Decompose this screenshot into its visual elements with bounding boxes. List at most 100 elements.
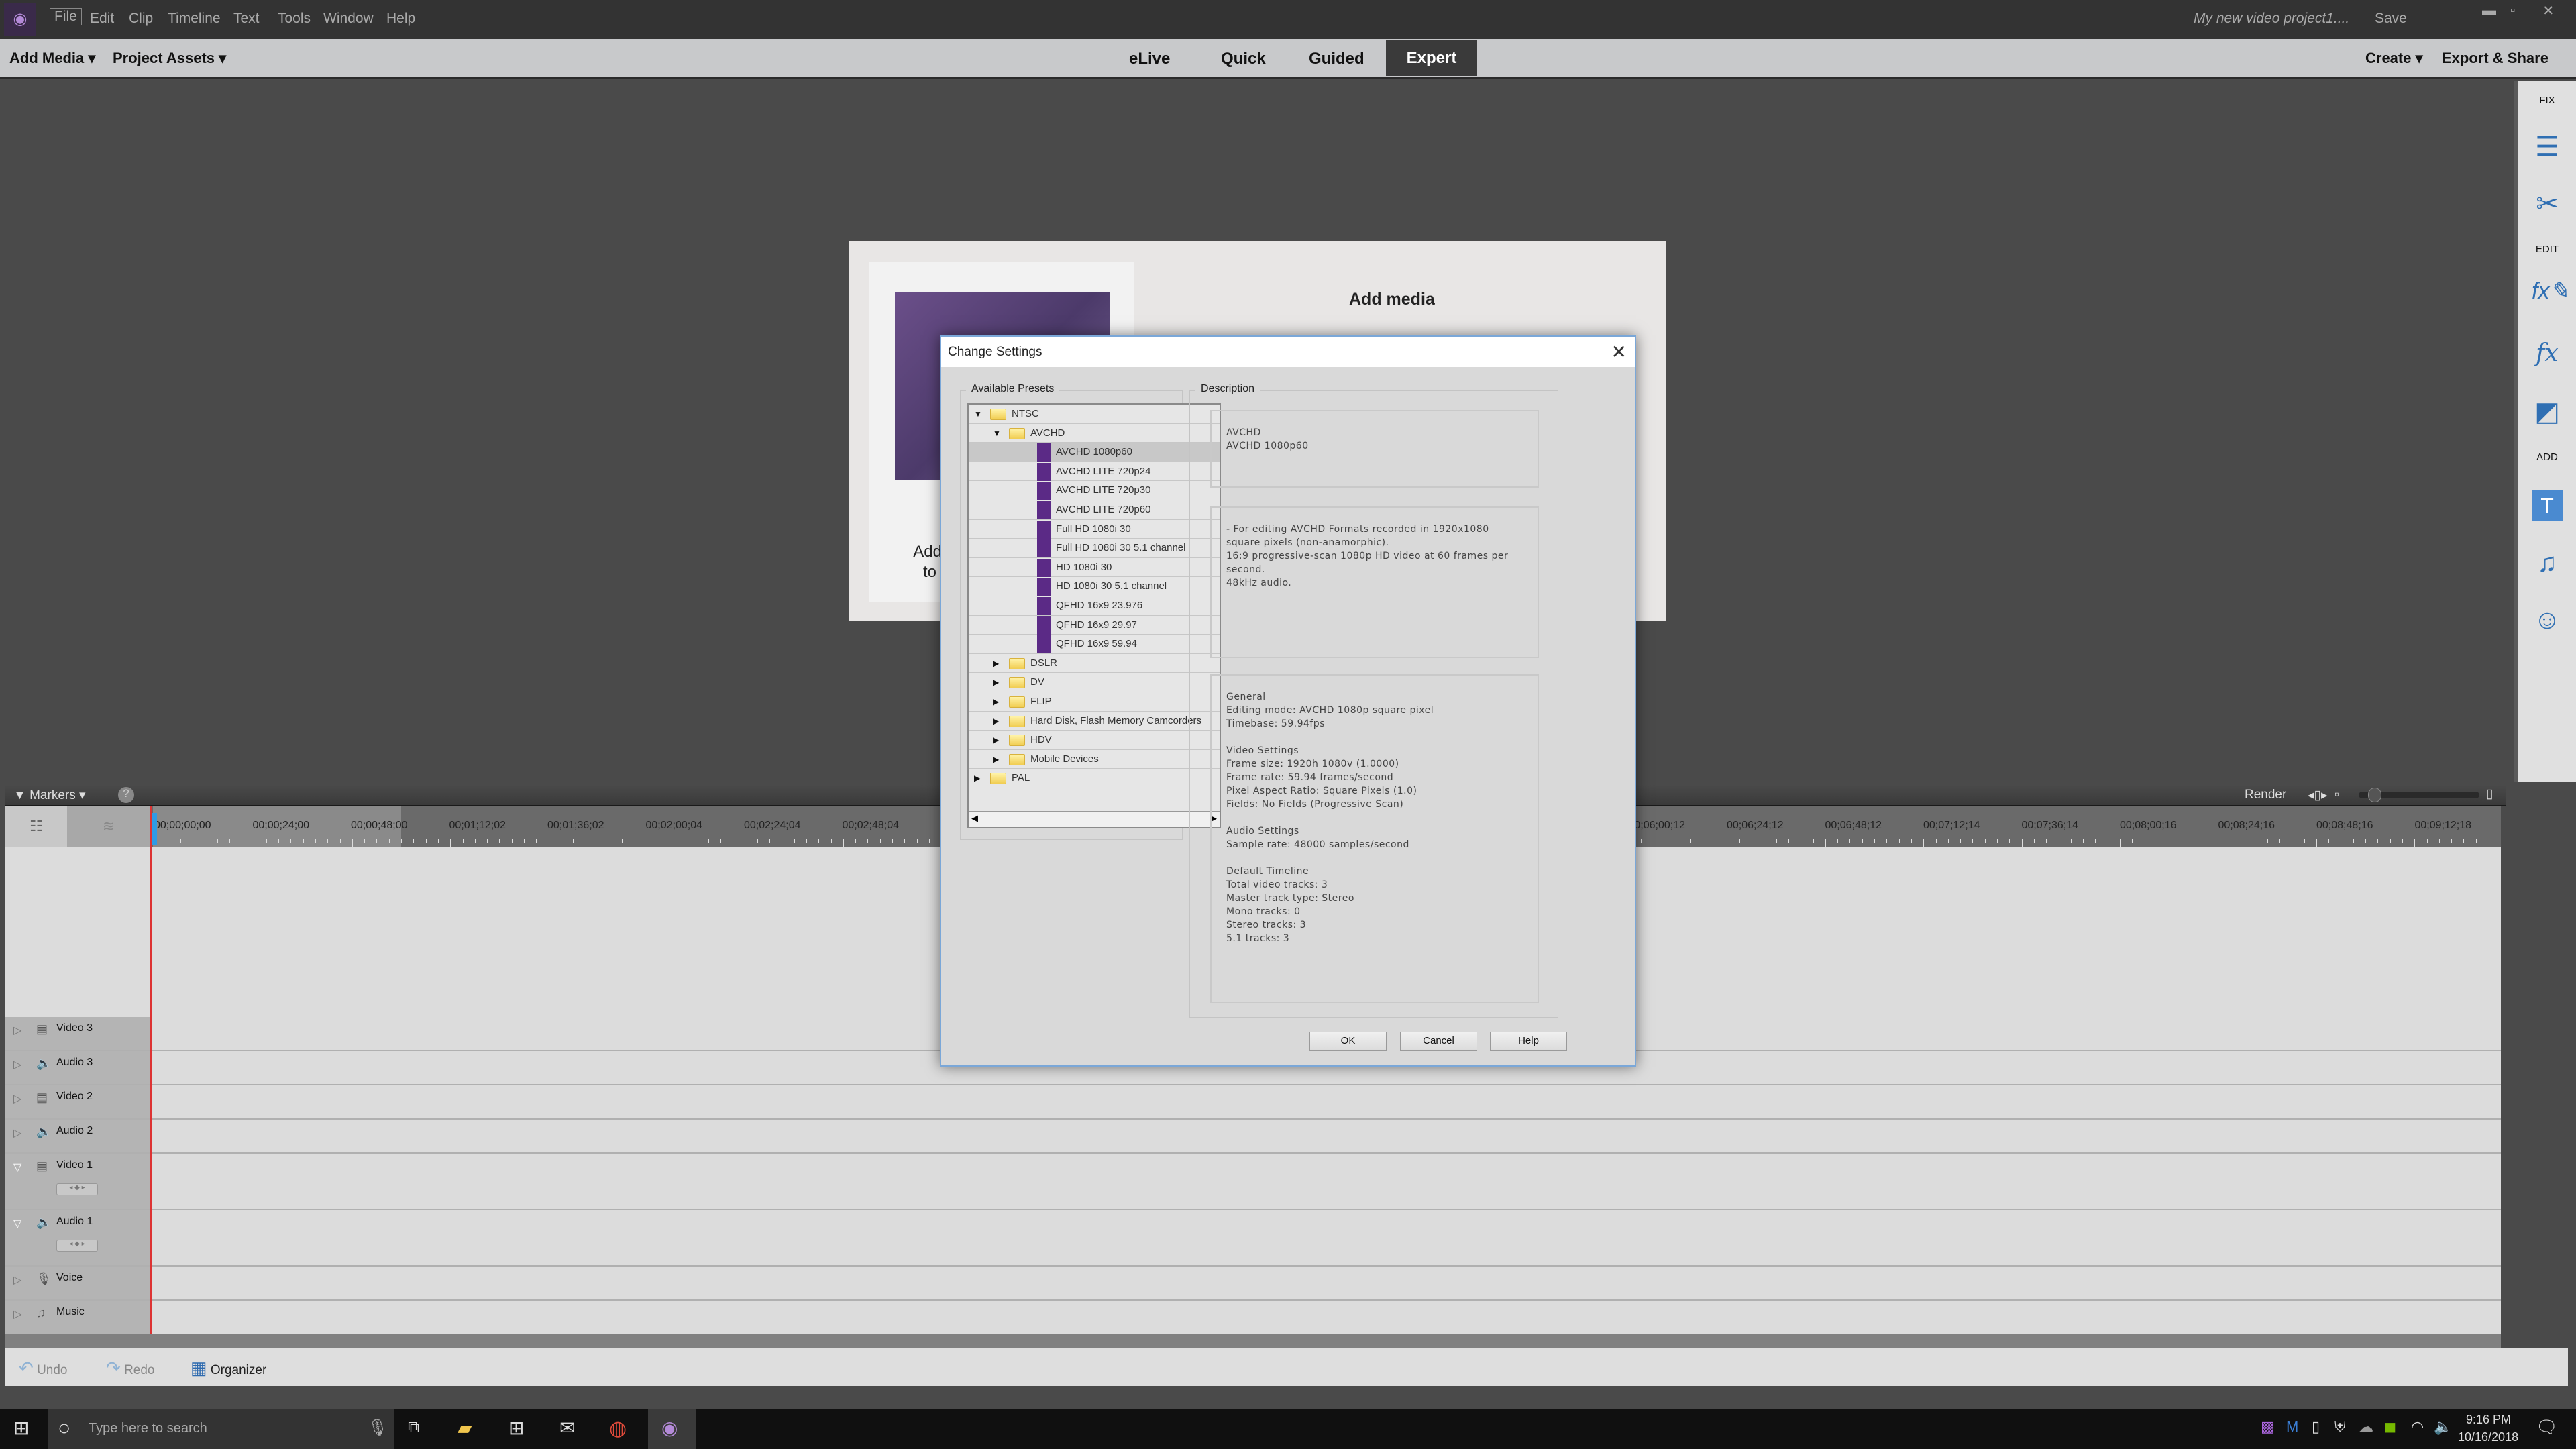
wifi-icon[interactable]: ◠ (2411, 1418, 2424, 1436)
help-button[interactable]: Help (1490, 1032, 1567, 1051)
malwarebytes-icon[interactable]: M (2286, 1418, 2298, 1436)
tree-folder[interactable]: ▼ AVCHD (969, 424, 1220, 443)
tree-preset[interactable]: Full HD 1080i 30 5.1 channel (969, 539, 1220, 558)
window-minimize-button[interactable]: ▬ (2482, 3, 2496, 19)
store-icon[interactable]: ⊞ (508, 1417, 524, 1439)
nvidia-icon[interactable]: ◼ (2384, 1418, 2396, 1436)
track-row[interactable]: ▽ ▤ Video 1 ◂ ◆ ▸ (5, 1154, 2501, 1210)
premiere-elements-taskbar-button[interactable]: ◉ (648, 1409, 696, 1449)
task-view-icon[interactable]: ⧉ (408, 1418, 419, 1437)
title-text-icon[interactable]: T (2532, 490, 2563, 521)
tree-preset[interactable]: Full HD 1080i 30 (969, 520, 1220, 539)
expand-track-icon[interactable]: ▷ (13, 1058, 21, 1071)
menu-tools[interactable]: Tools (278, 11, 311, 27)
tree-folder[interactable]: ▶ FLIP (969, 692, 1220, 712)
track-row[interactable]: ▽ 🔈 Audio 1 ◂ ◆ ▸ (5, 1210, 2501, 1267)
track-row[interactable]: ▷ 🔈 Audio 2 (5, 1120, 2501, 1154)
presets-tree[interactable]: ▼ NTSC ▼ AVCHD AVCHD 1080p60 AVCHD LITE 720p2… (967, 403, 1221, 828)
track-header[interactable]: ▷ ▤ Video 2 (5, 1085, 150, 1118)
fx-icon[interactable]: fx (2532, 338, 2563, 369)
tab-guided[interactable]: Guided (1309, 50, 1364, 68)
usb-icon[interactable]: ▯ (2312, 1418, 2320, 1436)
expand-track-icon[interactable]: ▷ (13, 1307, 21, 1321)
expand-arrow-icon[interactable]: ▶ (993, 692, 999, 711)
create-button[interactable]: Create ▾ (2365, 50, 2423, 67)
collapse-track-icon[interactable]: ▽ (13, 1161, 21, 1174)
tree-folder[interactable]: ▶ PAL (969, 769, 1220, 788)
menu-file[interactable]: File (50, 8, 82, 25)
menu-edit[interactable]: Edit (90, 11, 114, 27)
close-icon[interactable]: ✕ (1611, 341, 1627, 363)
export-share-button[interactable]: Export & Share (2442, 50, 2548, 67)
menu-timeline[interactable]: Timeline (168, 11, 221, 27)
expand-arrow-icon[interactable]: ▶ (993, 750, 999, 769)
tree-horizontal-scrollbar[interactable]: ◀ ▶ (969, 811, 1220, 827)
tools-icon[interactable]: ✂ (2532, 189, 2563, 219)
ok-button[interactable]: OK (1309, 1032, 1387, 1051)
tree-preset[interactable]: AVCHD LITE 720p30 (969, 481, 1220, 500)
tree-folder[interactable]: ▶ DV (969, 673, 1220, 692)
notifications-icon[interactable]: 🗨 (2536, 1417, 2558, 1438)
tree-folder[interactable]: ▶ Hard Disk, Flash Memory Camcorders (969, 712, 1220, 731)
collapse-track-icon[interactable]: ▽ (13, 1217, 21, 1230)
tab-elive[interactable]: eLive (1129, 50, 1170, 68)
taskbar-search[interactable]: ○ Type here to search 🎙 (48, 1409, 394, 1449)
markers-dropdown[interactable]: ▼ Markers ▾ (13, 788, 86, 803)
defender-icon[interactable]: ⛨ (2334, 1418, 2346, 1436)
expand-track-icon[interactable]: ▷ (13, 1126, 21, 1140)
menu-text[interactable]: Text (233, 11, 260, 27)
keyframe-controls[interactable]: ◂ ◆ ▸ (56, 1183, 98, 1195)
tree-preset[interactable]: AVCHD LITE 720p24 (969, 462, 1220, 482)
tree-preset[interactable]: QFHD 16x9 59.94 (969, 635, 1220, 654)
tree-folder[interactable]: ▼ NTSC (969, 405, 1220, 424)
project-assets-button[interactable]: Project Assets ▾ (113, 50, 226, 67)
track-header[interactable]: ▷ ▤ Video 3 (5, 1017, 150, 1050)
menu-clip[interactable]: Clip (129, 11, 153, 27)
adjust-sliders-icon[interactable]: ☰ (2532, 131, 2563, 162)
track-row[interactable]: ▷ ▤ Video 2 (5, 1085, 2501, 1120)
zoom-in-icon[interactable]: ▯ (2486, 786, 2493, 802)
tray-color-icon[interactable]: ▩ (2261, 1418, 2275, 1436)
tree-preset[interactable]: QFHD 16x9 23.976 (969, 596, 1220, 616)
timeline-horizontal-scrollbar[interactable] (5, 1334, 2501, 1348)
expand-arrow-icon[interactable]: ▶ (974, 769, 980, 788)
zoom-out-icon[interactable]: ▫ (2334, 788, 2339, 802)
save-button[interactable]: Save (2375, 11, 2407, 27)
track-header[interactable]: ▷ 🔈 Audio 2 (5, 1120, 150, 1152)
clock-date[interactable]: 10/16/2018 (2458, 1430, 2518, 1444)
track-row[interactable]: ▷ ♫ Music (5, 1301, 2501, 1335)
clock-time[interactable]: 9:16 PM (2466, 1413, 2511, 1427)
window-close-button[interactable]: ✕ (2542, 3, 2555, 19)
music-note-icon[interactable]: ♫ (2532, 547, 2563, 578)
transition-icon[interactable]: ◩ (2532, 396, 2563, 427)
window-maximize-button[interactable]: ▫ (2510, 3, 2515, 19)
menu-help[interactable]: Help (386, 11, 415, 27)
tree-folder[interactable]: ▶ HDV (969, 731, 1220, 750)
chrome-icon[interactable]: ◍ (609, 1417, 627, 1440)
onedrive-icon[interactable]: ☁ (2359, 1418, 2373, 1436)
volume-icon[interactable]: 🔈 (2434, 1418, 2452, 1436)
undo-button[interactable]: ↶ Undo (19, 1358, 68, 1379)
add-media-button[interactable]: Add Media ▾ (9, 50, 95, 67)
tree-folder[interactable]: ▶ DSLR (969, 654, 1220, 674)
expand-arrow-icon[interactable]: ▶ (993, 673, 999, 692)
audio-waveform-icon[interactable]: ≋ (67, 806, 150, 847)
expand-track-icon[interactable]: ▷ (13, 1024, 21, 1037)
tab-expert[interactable]: Expert (1386, 40, 1477, 76)
track-header[interactable]: ▽ ▤ Video 1 ◂ ◆ ▸ (5, 1154, 150, 1209)
graphics-smiley-icon[interactable]: ☺ (2532, 604, 2563, 635)
help-icon[interactable]: ? (118, 787, 134, 803)
track-header[interactable]: ▷ 🔈 Audio 3 (5, 1051, 150, 1084)
track-row[interactable]: ▷ 🎙 Voice (5, 1267, 2501, 1301)
tree-preset[interactable]: AVCHD 1080p60 (969, 443, 1220, 462)
collapse-arrow-icon[interactable]: ▼ (974, 405, 982, 423)
organizer-button[interactable]: ▦ Organizer (191, 1358, 266, 1379)
mail-icon[interactable]: ✉ (559, 1417, 575, 1439)
track-header[interactable]: ▷ 🎙 Voice (5, 1267, 150, 1299)
keyframe-controls[interactable]: ◂ ◆ ▸ (56, 1240, 98, 1252)
track-header[interactable]: ▷ ♫ Music (5, 1301, 150, 1334)
fit-timeline-icon[interactable]: ◂▯▸ (2308, 788, 2328, 803)
expand-track-icon[interactable]: ▷ (13, 1273, 21, 1287)
expand-arrow-icon[interactable]: ▶ (993, 654, 999, 673)
expand-track-icon[interactable]: ▷ (13, 1092, 21, 1106)
